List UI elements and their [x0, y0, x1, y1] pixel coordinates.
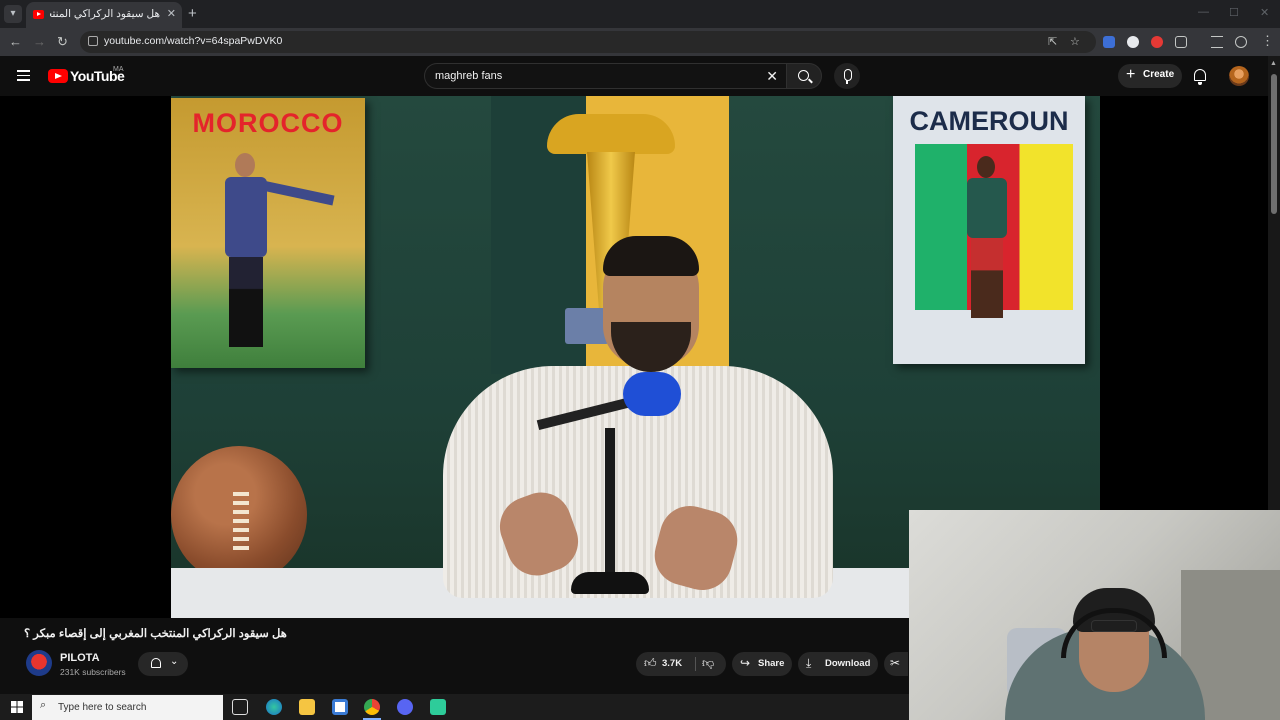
windows-start-icon[interactable]	[11, 701, 23, 713]
scrollbar-thumb[interactable]	[1271, 74, 1277, 214]
chrome-icon[interactable]	[364, 699, 380, 715]
scissors-icon: ✂	[890, 656, 901, 670]
microphone	[623, 372, 681, 416]
puzzle-icon[interactable]	[1175, 36, 1187, 48]
taskbar-search-placeholder: Type here to search	[58, 702, 147, 713]
voice-search-mic-icon[interactable]	[834, 63, 860, 89]
discord-icon[interactable]	[397, 699, 413, 715]
profile-icon[interactable]	[1235, 36, 1247, 48]
task-view-icon[interactable]	[232, 699, 248, 715]
poster-morocco: MOROCCO	[171, 98, 365, 368]
video-title: هل سيقود الركراكي المنتخب المغربي إلى إق…	[24, 628, 287, 640]
close-window-icon[interactable]: ✕	[1260, 6, 1269, 19]
store-icon[interactable]	[332, 699, 348, 715]
download-button[interactable]: ⤓ Download	[798, 652, 878, 676]
plus-icon: +	[1126, 66, 1136, 83]
reload-icon[interactable]: ↻	[57, 34, 68, 50]
presenter-hair	[603, 236, 699, 276]
channel-avatar[interactable]	[26, 650, 52, 676]
search-value: maghreb fans	[435, 70, 503, 82]
poster-morocco-title: MOROCCO	[192, 108, 344, 138]
goalkeeper-figure	[217, 153, 335, 353]
chevron-down-icon: ⌄	[170, 656, 179, 667]
share-icon: ↪	[740, 656, 751, 670]
edge-icon[interactable]	[266, 699, 282, 715]
thumbs-down-icon[interactable]: 👎︎	[702, 656, 714, 671]
youtube-masthead: YouTube MA maghreb fans ✕ + Create	[0, 56, 1280, 96]
screen: ▾ هل سيقود الركراكي المنتخب ✕ + — ☐ ✕ ← …	[0, 0, 1280, 720]
glasses	[1091, 620, 1137, 632]
country-code: MA	[113, 66, 124, 73]
new-tab-plus-icon[interactable]: +	[188, 5, 197, 22]
taskbar-search-input[interactable]: ⌕ Type here to search	[32, 695, 223, 720]
create-label: Create	[1143, 69, 1175, 80]
tab-search-icon[interactable]: ▾	[4, 5, 22, 23]
scroll-up-icon[interactable]: ▲	[1270, 60, 1277, 67]
maximize-icon[interactable]: ☐	[1229, 6, 1239, 19]
poster-cameroun-title: CAMEROUN	[909, 106, 1069, 136]
like-count[interactable]: 3.7K	[662, 658, 682, 669]
search-input[interactable]: maghreb fans ✕	[424, 63, 786, 89]
search-button[interactable]	[786, 63, 822, 89]
address-bar[interactable]: youtube.com/watch?v=64spaPwDVK0 ⇱ ☆	[80, 31, 1096, 53]
clear-search-icon[interactable]: ✕	[766, 68, 778, 85]
subscription-bell-button[interactable]: ⌄	[138, 652, 188, 676]
webcam-overlay	[909, 510, 1280, 720]
tab-youtube[interactable]: هل سيقود الركراكي المنتخب ✕	[26, 2, 182, 28]
user-avatar[interactable]	[1229, 66, 1249, 86]
clip-button[interactable]: ✂	[884, 652, 908, 676]
download-icon: ⤓	[806, 656, 812, 670]
share-button[interactable]: ↪ Share	[732, 652, 792, 676]
bell-icon	[151, 658, 161, 668]
hamburger-menu-icon[interactable]	[17, 70, 30, 81]
youtube-favicon-icon	[33, 10, 44, 19]
search-icon: ⌕	[40, 699, 47, 711]
bookmark-star-icon[interactable]: ☆	[1070, 35, 1080, 48]
app-icon[interactable]	[430, 699, 446, 715]
browser-tabbar: ▾ هل سيقود الركراكي المنتخب ✕ + — ☐ ✕	[0, 0, 1280, 28]
close-tab-icon[interactable]: ✕	[167, 7, 176, 20]
install-app-icon[interactable]: ⇱	[1048, 35, 1057, 48]
translate-extension-icon[interactable]	[1103, 36, 1115, 48]
search-icon	[798, 70, 809, 81]
minimize-icon[interactable]: —	[1198, 6, 1209, 18]
site-info-icon[interactable]	[88, 36, 98, 46]
mic-base	[571, 572, 649, 594]
create-button[interactable]: + Create	[1118, 64, 1182, 88]
back-icon[interactable]: ←	[9, 34, 22, 49]
forward-icon[interactable]: →	[33, 34, 46, 49]
subscriber-count: 231K subscribers	[60, 667, 126, 677]
browser-toolbar: ← → ↻ youtube.com/watch?v=64spaPwDVK0 ⇱ …	[0, 28, 1280, 56]
windows-taskbar: ⌕ Type here to search	[0, 694, 909, 720]
youtube-logo-icon[interactable]	[48, 69, 68, 83]
file-explorer-icon[interactable]	[299, 699, 315, 715]
leather-football	[171, 446, 307, 584]
notifications-bell-icon[interactable]	[1194, 69, 1206, 85]
poster-cameroun: CAMEROUN	[893, 96, 1085, 364]
player-figure	[963, 156, 1015, 318]
mic-stand	[605, 428, 615, 588]
like-dislike-group: 👍︎ 3.7K 👎︎	[636, 652, 726, 676]
channel-name[interactable]: PILOTA	[60, 652, 100, 664]
extension-icon[interactable]	[1127, 36, 1139, 48]
tab-title: هل سيقود الركراكي المنتخب	[50, 8, 160, 20]
trophy-cup	[547, 114, 675, 154]
thumbs-up-icon[interactable]: 👍︎	[644, 656, 657, 671]
menu-dots-icon[interactable]: ⋮	[1261, 33, 1274, 49]
share-label: Share	[758, 658, 785, 669]
download-label: Download	[825, 658, 871, 669]
media-controls-icon[interactable]	[1211, 36, 1223, 48]
divider	[695, 657, 696, 671]
adblock-extension-icon[interactable]	[1151, 36, 1163, 48]
url-text: youtube.com/watch?v=64spaPwDVK0	[104, 35, 283, 47]
